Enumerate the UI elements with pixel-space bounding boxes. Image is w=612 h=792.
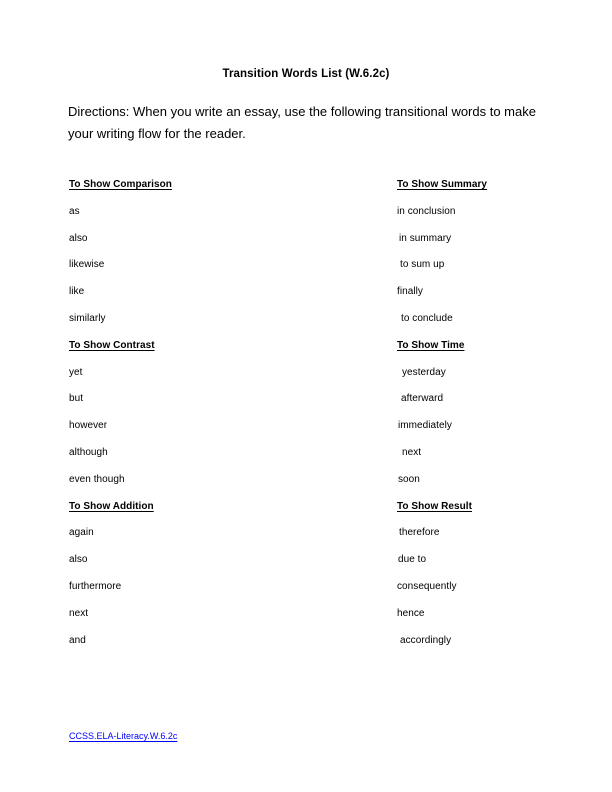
word-row: again xyxy=(69,524,369,551)
section-heading: To Show Summary xyxy=(397,179,488,190)
word-row: in conclusion xyxy=(397,203,597,230)
word-row: accordingly xyxy=(397,632,597,659)
transition-word: likewise xyxy=(69,259,105,271)
word-row: afterward xyxy=(397,390,597,417)
transition-word: again xyxy=(69,527,94,539)
transition-word: also xyxy=(69,232,88,244)
transition-word: next xyxy=(402,447,422,458)
transition-words-columns: To Show Comparison as also likewise like simi… xyxy=(0,176,612,666)
section-row: To Show Summary xyxy=(397,176,597,203)
word-row: next xyxy=(397,444,597,471)
section-heading: To Show Addition xyxy=(69,500,154,512)
word-row: consequently xyxy=(397,578,597,605)
transition-word: in conclusion xyxy=(397,205,456,217)
word-row: similarly xyxy=(69,310,369,337)
word-row: likewise xyxy=(69,256,369,283)
section-heading: To Show Comparison xyxy=(69,179,172,190)
word-row: also xyxy=(69,551,369,578)
transition-word: yet xyxy=(69,366,83,378)
transition-word: like xyxy=(69,286,85,298)
transition-word: finally xyxy=(397,286,423,298)
transition-word: furthermore xyxy=(69,581,122,592)
word-row: due to xyxy=(397,551,597,578)
word-row: even though xyxy=(69,471,369,498)
transition-word: afterward xyxy=(401,393,444,405)
word-row: yet xyxy=(69,364,369,391)
word-row: to sum up xyxy=(397,256,597,283)
transition-word: similarly xyxy=(69,313,106,324)
section-row: To Show Result xyxy=(397,498,597,525)
word-row: in summary xyxy=(397,230,597,257)
section-row: To Show Addition xyxy=(69,498,369,525)
word-row: although xyxy=(69,444,369,471)
transition-word: accordingly xyxy=(400,634,452,646)
transition-word: therefore xyxy=(399,527,440,539)
section-heading: To Show Result xyxy=(397,500,472,512)
transition-word: and xyxy=(69,634,86,646)
transition-word: in summary xyxy=(399,232,452,244)
word-row: but xyxy=(69,390,369,417)
worksheet-page: Transition Words List (W.6.2c) Direction… xyxy=(0,0,612,792)
word-row: and xyxy=(69,632,369,659)
word-row: immediately xyxy=(397,417,597,444)
word-row: furthermore xyxy=(69,578,369,605)
transition-word: soon xyxy=(398,473,420,485)
directions-text: Directions: When you write an essay, use… xyxy=(68,104,536,141)
transition-word: however xyxy=(69,420,108,432)
word-row: yesterday xyxy=(397,364,597,391)
section-row: To Show Time xyxy=(397,337,597,364)
word-row: therefore xyxy=(397,524,597,551)
word-row: soon xyxy=(397,471,597,498)
transition-word: but xyxy=(69,393,84,405)
section-heading: To Show Contrast xyxy=(69,339,155,351)
word-row: to conclude xyxy=(397,310,597,337)
section-row: To Show Comparison xyxy=(69,176,369,203)
ccss-standard-link[interactable]: CCSS.ELA-Literacy.W.6.2c xyxy=(69,731,177,741)
section-heading: To Show Time xyxy=(397,339,465,351)
word-row: next xyxy=(69,605,369,632)
transition-word: next xyxy=(69,607,89,619)
word-row: also xyxy=(69,230,369,257)
section-row: To Show Contrast xyxy=(69,337,369,364)
transition-word: due to xyxy=(398,554,427,566)
word-row: as xyxy=(69,203,369,230)
transition-word: consequently xyxy=(397,581,457,592)
page-title: Transition Words List (W.6.2c) xyxy=(222,68,390,80)
transition-word: even though xyxy=(69,473,125,485)
transition-word: also xyxy=(69,554,88,566)
transition-word: to conclude xyxy=(401,313,453,324)
word-row: however xyxy=(69,417,369,444)
transition-word: hence xyxy=(397,607,425,619)
transition-word: as xyxy=(69,205,80,217)
word-row: like xyxy=(69,283,369,310)
word-row: finally xyxy=(397,283,597,310)
transition-word: to sum up xyxy=(400,259,445,271)
transition-word: yesterday xyxy=(402,366,446,378)
word-row: hence xyxy=(397,605,597,632)
transition-word: immediately xyxy=(398,420,452,432)
transition-word: although xyxy=(69,447,108,458)
